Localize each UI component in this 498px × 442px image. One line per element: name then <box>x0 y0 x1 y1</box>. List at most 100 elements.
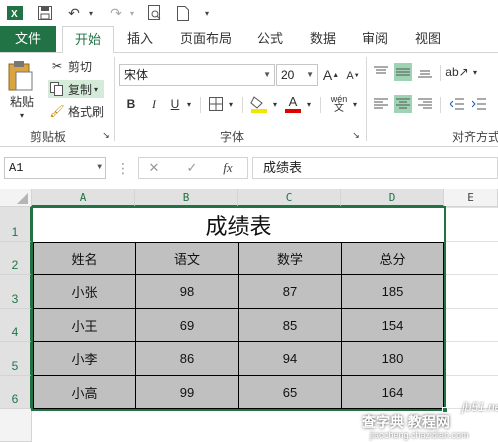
table-cell[interactable]: 164 <box>342 376 444 409</box>
font-size-combobox[interactable]: 20 ▼ <box>276 64 318 86</box>
table-cell[interactable]: 180 <box>342 342 444 376</box>
text-orientation-icon[interactable]: ab↗ <box>445 63 468 81</box>
header-cell-name[interactable]: 姓名 <box>33 242 136 275</box>
align-top-icon[interactable] <box>372 63 390 81</box>
tab-file[interactable]: 文件 <box>0 26 56 52</box>
cut-button[interactable]: 剪切 <box>68 58 92 75</box>
sheet-title-cell[interactable]: 成绩表 <box>33 208 444 242</box>
tab-page-layout[interactable]: 页面布局 <box>172 26 240 52</box>
row-header-3[interactable]: 3 <box>0 275 32 309</box>
more-options-icon[interactable]: ⋮ <box>114 159 132 177</box>
table-cell[interactable]: 小张 <box>33 275 136 309</box>
orientation-dropdown-icon[interactable]: ▾ <box>470 63 480 81</box>
bold-button[interactable]: B <box>122 95 140 113</box>
paste-button[interactable]: 粘贴 <box>10 93 34 110</box>
row-header-1[interactable]: 1 <box>0 207 32 242</box>
decrease-font-size-icon[interactable]: A ▼ <box>344 67 362 85</box>
header-cell-math[interactable]: 数学 <box>239 242 342 275</box>
table-cell[interactable]: 86 <box>136 342 239 376</box>
separator <box>440 65 441 81</box>
table-cell[interactable]: 小李 <box>33 342 136 376</box>
enter-icon[interactable]: ✓ <box>183 159 201 177</box>
copy-dropdown-icon[interactable]: ▾ <box>94 80 104 98</box>
new-file-icon[interactable] <box>174 3 192 23</box>
redo-icon[interactable]: ↷ <box>106 3 126 23</box>
table-cell[interactable]: 65 <box>239 376 342 409</box>
print-preview-icon[interactable] <box>146 3 164 23</box>
row-header-2[interactable]: 2 <box>0 242 32 275</box>
table-cell[interactable]: 69 <box>136 309 239 342</box>
font-name-value: 宋体 <box>124 68 149 82</box>
tab-home[interactable]: 开始 <box>62 26 114 54</box>
column-header-b[interactable]: B <box>135 189 238 207</box>
name-box[interactable]: A1 ▼ <box>4 157 106 179</box>
tab-view[interactable]: 视图 <box>406 26 450 52</box>
gridline <box>444 375 498 376</box>
font-launcher-icon[interactable]: ↘ <box>350 129 362 141</box>
table-cell[interactable]: 87 <box>239 275 342 309</box>
copy-button[interactable]: 复制 <box>66 80 95 98</box>
header-cell-chinese[interactable]: 语文 <box>136 242 239 275</box>
font-color-icon[interactable]: A <box>284 93 302 115</box>
row-header-4[interactable]: 4 <box>0 309 32 342</box>
tab-data[interactable]: 数据 <box>302 26 344 52</box>
save-icon[interactable] <box>36 3 54 23</box>
decrease-indent-icon[interactable] <box>448 95 466 113</box>
clipboard-launcher-icon[interactable]: ↘ <box>100 129 112 141</box>
undo-dropdown-icon[interactable]: ▾ <box>86 3 96 23</box>
copy-icon <box>48 80 66 98</box>
insert-function-icon[interactable]: fx <box>219 159 237 177</box>
table-cell[interactable]: 98 <box>136 275 239 309</box>
row-header-5[interactable]: 5 <box>0 342 32 376</box>
table-cell[interactable]: 85 <box>239 309 342 342</box>
table-cell[interactable]: 185 <box>342 275 444 309</box>
font-color-letter: A <box>288 94 298 109</box>
customize-arrow-icon[interactable]: ▾ <box>200 3 214 23</box>
cancel-icon[interactable]: ✕ <box>145 159 163 177</box>
undo-icon[interactable]: ↶ <box>64 3 84 23</box>
table-cell[interactable]: 小王 <box>33 309 136 342</box>
align-right-icon[interactable] <box>416 95 434 113</box>
worksheet-grid[interactable]: A B C D E 1 2 3 4 5 6 成绩表 姓名 语文 数学 总分 小张… <box>0 189 498 442</box>
scissors-icon: ✂ <box>51 59 63 73</box>
row-header-7[interactable] <box>0 409 32 442</box>
table-cell[interactable]: 99 <box>136 376 239 409</box>
table-cell[interactable]: 154 <box>342 309 444 342</box>
tab-review[interactable]: 审阅 <box>354 26 396 52</box>
column-header-d[interactable]: D <box>341 189 444 207</box>
phonetic-guide-icon[interactable]: wén 文 <box>328 93 350 115</box>
tab-formulas[interactable]: 公式 <box>250 26 290 52</box>
italic-button[interactable]: I <box>145 95 163 113</box>
align-center-icon[interactable] <box>394 95 412 113</box>
align-bottom-icon[interactable] <box>416 63 434 81</box>
column-header-a[interactable]: A <box>32 189 135 207</box>
borders-icon[interactable] <box>207 95 225 113</box>
table-cell[interactable]: 小高 <box>33 376 136 409</box>
align-middle-icon[interactable] <box>394 63 412 81</box>
row-header-6[interactable]: 6 <box>0 376 32 409</box>
increase-indent-icon[interactable] <box>470 95 488 113</box>
underline-dropdown-icon[interactable]: ▾ <box>184 95 194 113</box>
font-color-dropdown-icon[interactable]: ▾ <box>304 95 314 113</box>
format-painter-button[interactable]: 格式刷 <box>68 103 104 120</box>
column-header-e[interactable]: E <box>444 189 498 207</box>
fill-color-dropdown-icon[interactable]: ▾ <box>270 95 280 113</box>
paste-icon[interactable] <box>6 59 40 93</box>
borders-dropdown-icon[interactable]: ▾ <box>226 95 236 113</box>
font-name-combobox[interactable]: 宋体 ▼ <box>119 64 275 86</box>
formula-input[interactable]: 成绩表 <box>252 157 498 179</box>
paste-dropdown-icon[interactable]: ▾ <box>20 111 24 120</box>
gridline <box>444 274 498 275</box>
table-cell[interactable]: 94 <box>239 342 342 376</box>
fill-color-icon[interactable] <box>250 93 268 115</box>
column-header-c[interactable]: C <box>238 189 341 207</box>
align-left-icon[interactable] <box>372 95 390 113</box>
phonetic-dropdown-icon[interactable]: ▾ <box>350 95 360 113</box>
header-cell-total[interactable]: 总分 <box>342 242 444 275</box>
redo-dropdown-icon[interactable]: ▾ <box>127 3 137 23</box>
alignment-group-label: 对齐方式 <box>452 130 498 144</box>
tab-insert[interactable]: 插入 <box>118 26 162 52</box>
select-all-corner[interactable] <box>0 189 32 207</box>
underline-button[interactable]: U <box>166 95 184 113</box>
increase-font-size-icon[interactable]: A ▲ <box>322 66 340 84</box>
